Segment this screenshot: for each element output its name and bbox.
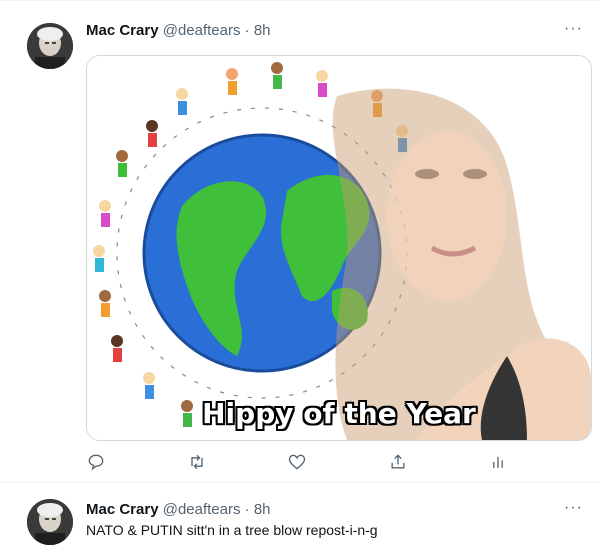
more-options-icon[interactable]: ···	[564, 499, 583, 517]
reply-icon[interactable]	[86, 452, 108, 474]
separator-dot: ·	[244, 22, 250, 39]
analytics-icon[interactable]	[488, 452, 510, 474]
tweet-header: Mac Crary @deaftears · 8h	[86, 22, 271, 39]
tweet-text: NATO & PUTIN sitt'n in a tree blow repos…	[86, 522, 378, 538]
display-name[interactable]: Mac Crary	[86, 501, 159, 518]
tweet-header: Mac Crary @deaftears · 8h	[86, 501, 271, 518]
display-name[interactable]: Mac Crary	[86, 22, 159, 39]
user-handle[interactable]: @deaftears	[163, 22, 241, 39]
timestamp[interactable]: 8h	[254, 22, 271, 39]
separator-dot: ·	[244, 501, 250, 518]
avatar[interactable]	[27, 23, 73, 69]
more-options-icon[interactable]: ···	[564, 20, 583, 38]
user-handle[interactable]: @deaftears	[163, 501, 241, 518]
top-divider	[0, 0, 599, 1]
tweet-actions	[86, 452, 590, 476]
avatar[interactable]	[27, 499, 73, 545]
share-icon[interactable]	[388, 452, 410, 474]
tweet-media-image[interactable]: Hippy of the Year	[86, 55, 592, 441]
timestamp[interactable]: 8h	[254, 501, 271, 518]
image-caption: Hippy of the Year	[202, 397, 476, 430]
tweet[interactable]: Mac Crary @deaftears · 8h ··· NATO & PUT…	[0, 487, 599, 546]
like-icon[interactable]	[287, 452, 309, 474]
tweet[interactable]: Mac Crary @deaftears · 8h ··· Hippy of t…	[0, 8, 599, 483]
retweet-icon[interactable]	[187, 452, 209, 474]
